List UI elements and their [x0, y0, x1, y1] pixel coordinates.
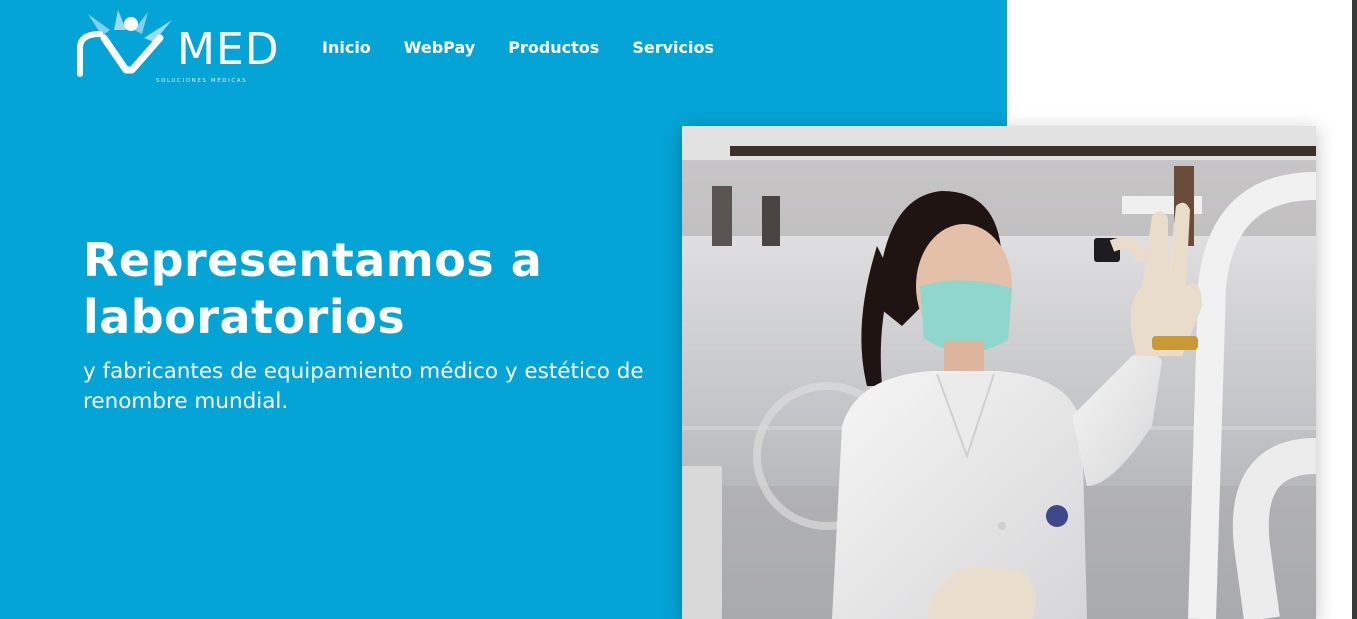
hero-title: Representamos a laboratorios: [83, 232, 542, 346]
window-edge: [1352, 0, 1357, 619]
logo-wordmark: MED: [177, 24, 280, 75]
nav-servicios[interactable]: Servicios: [632, 38, 714, 58]
site-logo[interactable]: MED SOLUCIONES MÉDICAS: [74, 8, 279, 90]
main-nav: Inicio WebPay Productos Servicios: [322, 38, 714, 58]
nav-inicio[interactable]: Inicio: [322, 38, 371, 58]
nav-productos[interactable]: Productos: [508, 38, 599, 58]
hero-subtitle: y fabricantes de equipamiento médico y e…: [83, 359, 644, 414]
logo-icon: [77, 10, 172, 77]
nav-webpay[interactable]: WebPay: [404, 38, 475, 58]
logo-tagline: SOLUCIONES MÉDICAS: [156, 78, 248, 84]
hero-photo: [682, 126, 1316, 619]
hero-title-line-1: Representamos a: [83, 233, 543, 287]
hero-title-line-2: laboratorios: [83, 290, 406, 344]
scientist-photo-illustration: [682, 126, 1316, 619]
